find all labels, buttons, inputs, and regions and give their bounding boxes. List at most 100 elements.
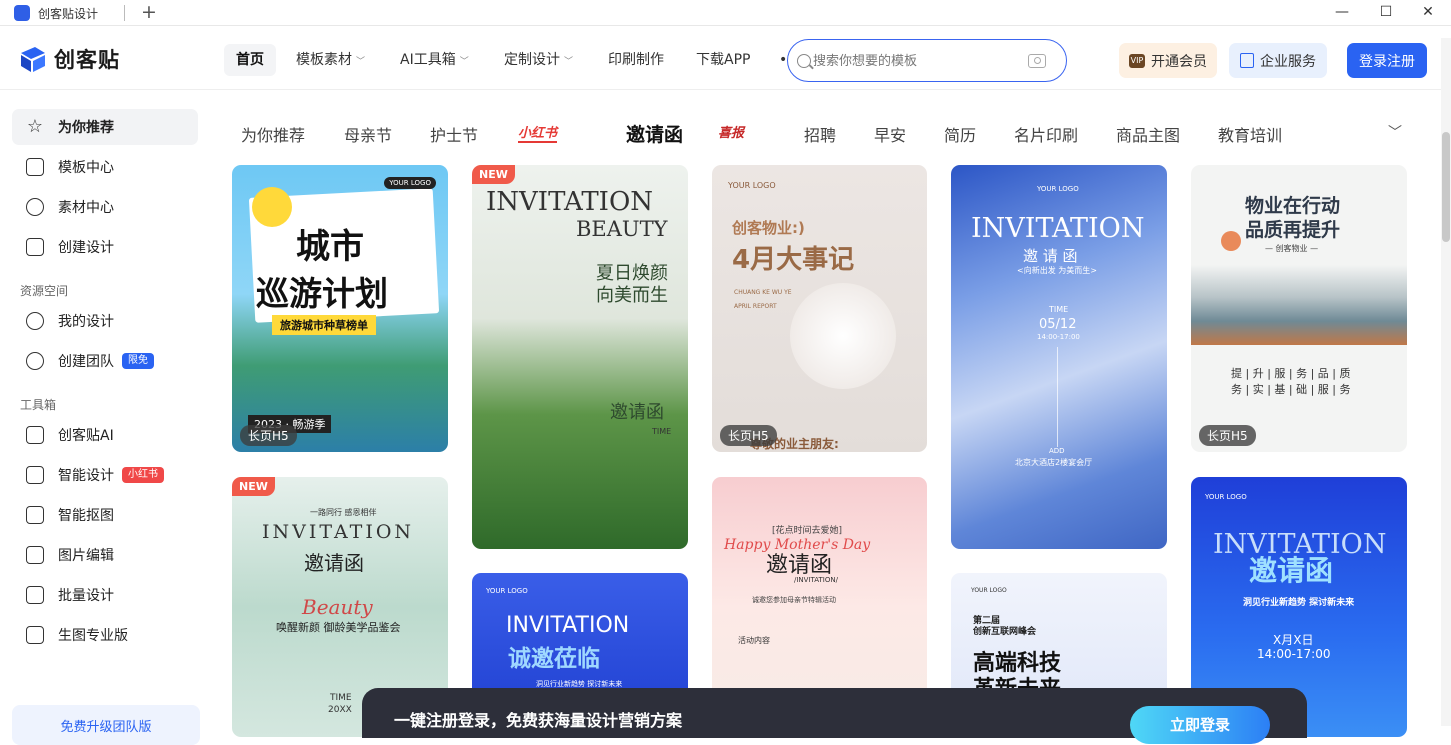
sidebar-item-image-edit[interactable]: 图片编辑 [12, 537, 198, 573]
batch-icon [26, 586, 44, 604]
category-tab[interactable]: 小红书 [518, 122, 558, 143]
category-tab[interactable]: 邀请函 [626, 120, 683, 147]
sidebar-item-my-designs[interactable]: 我的设计 [12, 303, 198, 339]
new-tab-button[interactable]: + [141, 1, 157, 23]
minimize-button[interactable]: — [1332, 2, 1352, 22]
logo-mark-icon [21, 47, 45, 72]
nav-label: 定制设计 [504, 52, 560, 68]
chevron-down-icon[interactable]: ﹀ [1388, 122, 1402, 142]
category-tab[interactable]: 招聘 [804, 122, 836, 146]
card-subtitle: [花点时间去爱她] [772, 526, 843, 536]
card-date: 05/12 [1039, 317, 1077, 332]
card-tag: 长页H5 [1199, 425, 1256, 446]
sidebar-item-recommend[interactable]: ☆ 为你推荐 [12, 109, 198, 145]
team-icon [26, 352, 44, 370]
card-time-label: TIME [330, 693, 352, 703]
card-heading: 向美而生 [596, 285, 668, 306]
category-label: 小红书 [518, 126, 558, 143]
sun-icon [1221, 231, 1241, 251]
banner-login-button[interactable]: 立即登录 [1130, 706, 1270, 744]
card-subtitle: CHUANG KE WU YE [734, 289, 792, 296]
tab-favicon-icon [14, 5, 30, 21]
category-tab[interactable]: 早安 [874, 122, 906, 146]
card-logo: YOUR LOGO [971, 587, 1007, 594]
category-tab[interactable]: 喜报 [718, 122, 744, 141]
enterprise-button[interactable]: 企业服务 [1229, 43, 1327, 78]
card-title: 巡游计划 [256, 274, 388, 313]
category-tab[interactable]: 母亲节 [344, 122, 392, 146]
template-card[interactable]: YOUR LOGO 创客物业:) 4月大事记 CHUANG KE WU YE A… [712, 165, 927, 452]
maximize-button[interactable]: ☐ [1376, 2, 1396, 22]
sidebar-item-label: 我的设计 [58, 314, 114, 330]
sidebar-item-pro[interactable]: 生图专业版 [12, 617, 198, 653]
card-addr-label: ADD [1049, 447, 1065, 455]
user-icon [26, 312, 44, 330]
template-card[interactable]: NEW INVITATION BEAUTY 夏日焕颜 向美而生 邀请函 TIME [472, 165, 688, 549]
banner-text: 一键注册登录，免费获海量设计营销方案 [394, 711, 683, 730]
sidebar-item-batch-design[interactable]: 批量设计 [12, 577, 198, 613]
logo-text: 创客贴 [54, 48, 120, 72]
new-badge: NEW [232, 477, 275, 496]
sidebar-item-smart-design[interactable]: 智能设计 小红书 [12, 457, 198, 493]
sidebar-item-template-center[interactable]: 模板中心 [12, 149, 198, 185]
sidebar-item-label: 模板中心 [58, 160, 114, 176]
nav-custom-design[interactable]: 定制设计 ﹀ [492, 44, 585, 76]
card-subtitle: 一路同行 感恩相伴 [310, 508, 377, 517]
scrollbar-thumb[interactable] [1442, 132, 1450, 242]
nav-home[interactable]: 首页 [224, 44, 276, 76]
card-title: INVITATION [506, 613, 630, 638]
card-logo: YOUR LOGO [384, 177, 436, 189]
sidebar-group-tools: 工具箱 [20, 398, 57, 412]
camera-icon[interactable] [1028, 54, 1046, 68]
sidebar-item-smart-cutout[interactable]: 智能抠图 [12, 497, 198, 533]
card-title: INVITATION [486, 187, 654, 217]
sidebar-item-material-center[interactable]: 素材中心 [12, 189, 198, 225]
category-tab[interactable]: 为你推荐 [241, 122, 305, 146]
template-card[interactable]: YOUR LOGO INVITATION 邀 请 函 <向新出发 为美而生> T… [951, 165, 1167, 549]
close-window-button[interactable]: ✕ [1418, 2, 1438, 22]
category-tab[interactable]: 教育培训 [1218, 122, 1282, 146]
category-tab[interactable]: 商品主图 [1116, 122, 1180, 146]
sidebar: ☆ 为你推荐 模板中心 素材中心 创建设计 资源空间 我的设计 创建团队 限免 … [0, 91, 212, 745]
card-heading: 创客物业:) [732, 219, 805, 237]
template-card[interactable]: YOUR LOGO 城市 巡游计划 旅游城市种草榜单 2023 · 畅游季 长页… [232, 165, 448, 452]
card-text: 唤醒新颜 御龄美学品鉴会 [276, 621, 401, 634]
site-logo[interactable]: 创客贴 [18, 44, 120, 74]
card-title: 物业在行动 [1245, 195, 1341, 217]
category-tab[interactable]: 名片印刷 [1014, 122, 1078, 146]
vip-button[interactable]: VIP 开通会员 [1119, 43, 1217, 78]
sidebar-item-label: 创建设计 [58, 240, 114, 256]
free-badge: 限免 [122, 353, 154, 369]
nav-download-app[interactable]: 下载APP [684, 44, 762, 76]
sidebar-item-ai[interactable]: 创客贴AI [12, 417, 198, 453]
sidebar-item-create-team[interactable]: 创建团队 限免 [12, 343, 198, 379]
search-input[interactable] [813, 50, 1023, 72]
nav-ai-toolbox[interactable]: AI工具箱 ﹀ [388, 44, 481, 76]
upgrade-team-promo[interactable]: 免费升级团队版 [12, 705, 200, 745]
material-icon [26, 198, 44, 216]
card-heading: 邀请函 [766, 553, 833, 578]
template-icon [26, 158, 44, 176]
card-subtitle: <向新出发 为美而生> [1017, 266, 1097, 275]
category-tab[interactable]: 简历 [944, 122, 976, 146]
card-heading: 诚邀莅临 [508, 646, 600, 672]
browser-tab[interactable]: 创客贴设计 [14, 3, 98, 23]
card-subtitle: /INVITATION/ [794, 576, 838, 584]
card-section: 活动内容 [738, 636, 770, 645]
nav-label: 印刷制作 [608, 52, 664, 68]
card-title: BEAUTY [576, 217, 668, 241]
tab-separator [124, 5, 125, 21]
browser-tab-bar: 创客贴设计 + — ☐ ✕ [0, 0, 1451, 26]
enterprise-label: 企业服务 [1260, 53, 1316, 70]
sidebar-item-label: 智能设计 [58, 468, 114, 484]
template-card[interactable]: 物业在行动 品质再提升 — 创客物业 — 提 | 升 | 服 | 务 | 品 |… [1191, 165, 1407, 452]
category-tab[interactable]: 护士节 [430, 122, 478, 146]
card-subtitle: — 创客物业 — [1265, 244, 1319, 253]
card-logo: YOUR LOGO [1037, 185, 1079, 193]
nav-printing[interactable]: 印刷制作 [596, 44, 676, 76]
card-logo: YOUR LOGO [728, 181, 776, 190]
sidebar-item-create-design[interactable]: 创建设计 [12, 229, 198, 265]
login-register-button[interactable]: 登录注册 [1347, 43, 1427, 78]
sidebar-group-resources: 资源空间 [20, 284, 69, 298]
nav-templates[interactable]: 模板素材 ﹀ [284, 44, 377, 76]
